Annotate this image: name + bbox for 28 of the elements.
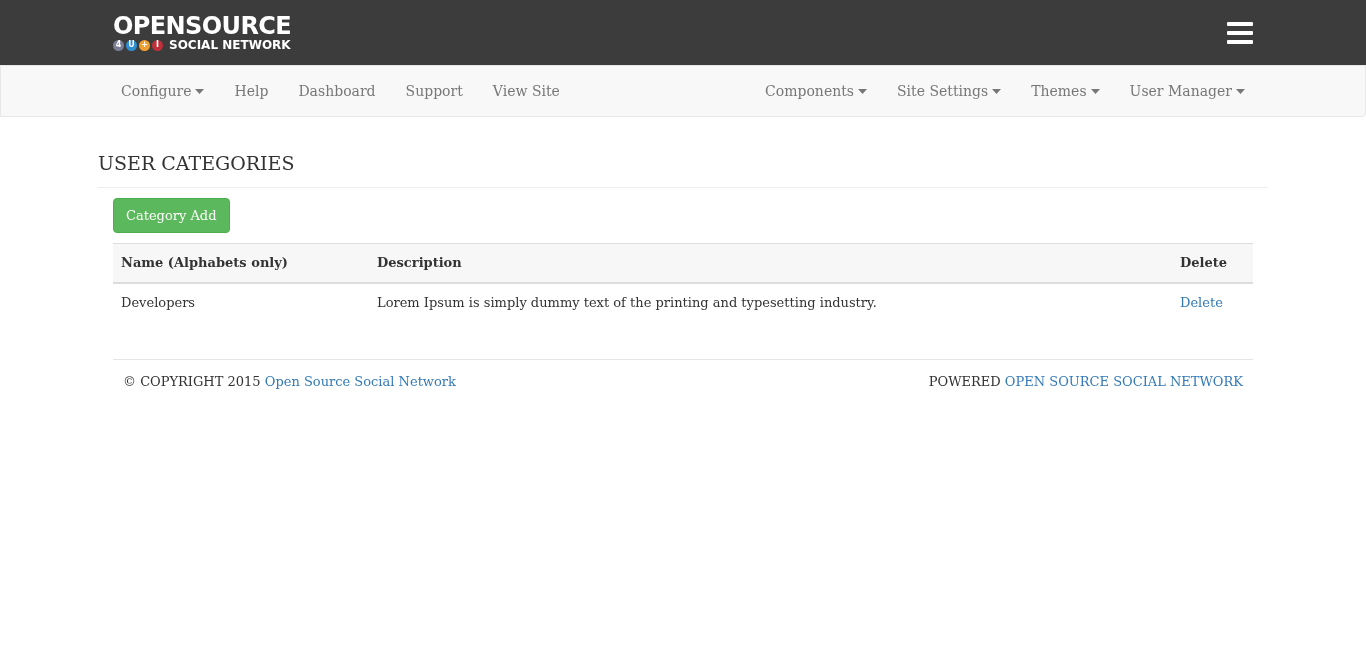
powered-text: POWERED OPEN SOURCE SOCIAL NETWORK — [928, 373, 1243, 391]
delete-link[interactable]: Delete — [1180, 294, 1223, 310]
menu-icon[interactable] — [1227, 21, 1253, 44]
category-add-button[interactable]: Category Add — [113, 197, 230, 233]
nav-link[interactable]: Support — [390, 65, 478, 117]
caret-icon — [992, 88, 1002, 94]
column-header: Name (Alphabets only) — [113, 243, 369, 283]
column-header: Description — [369, 243, 1172, 283]
nav-link[interactable]: User Manager — [1114, 65, 1260, 117]
nav-link[interactable]: Help — [219, 65, 284, 117]
nav-link[interactable]: Site Settings — [882, 65, 1017, 117]
copyright-text: © COPYRIGHT 2015 Open Source Social Network — [123, 373, 456, 391]
footer-link[interactable]: Open Source Social Network — [264, 374, 456, 389]
table-cell: Developers — [113, 282, 369, 321]
site-logo[interactable]: OPENSOURCE 4 U + I SOCIAL NETWORK — [113, 14, 292, 51]
nav-link[interactable]: Components — [750, 65, 882, 117]
footer-link[interactable]: OPEN SOURCE SOCIAL NETWORK — [1004, 374, 1243, 389]
caret-icon — [1090, 88, 1100, 94]
caret-icon — [195, 88, 205, 94]
nav-link[interactable]: Dashboard — [283, 65, 391, 117]
nav-link[interactable]: View Site — [477, 65, 575, 117]
caret-icon — [858, 88, 867, 94]
caret-icon — [1236, 88, 1245, 94]
table-cell: Lorem Ipsum is simply dummy text of the printing and typesetting industry. — [369, 282, 1172, 321]
nav-link[interactable]: Configure — [106, 65, 220, 117]
nav-link[interactable]: Themes — [1016, 65, 1115, 117]
column-header: Delete — [1172, 243, 1253, 283]
page-title: USER CATEGORIES — [98, 151, 296, 176]
